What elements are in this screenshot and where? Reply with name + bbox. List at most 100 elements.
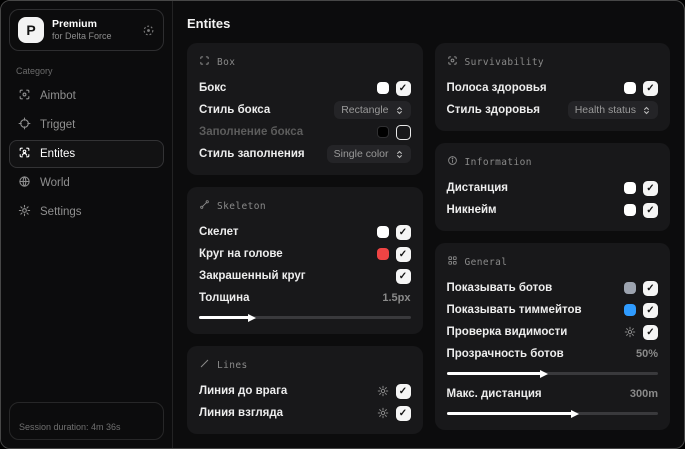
checkbox-checked[interactable]: ✓	[643, 324, 658, 340]
line-icon	[199, 358, 210, 372]
category-label: Category	[16, 66, 53, 76]
color-swatch[interactable]	[624, 282, 636, 294]
session-duration-box: Session duration: 4m 36s	[9, 402, 164, 440]
fill-style-dropdown[interactable]: Single color	[326, 145, 411, 163]
chevron-up-down-icon	[644, 106, 649, 114]
setting-row-box-fill: Заполнение бокса	[199, 121, 411, 143]
section-title: Survivability	[464, 56, 545, 68]
survivability-card: Survivability Полоса здоровья ✓ Стиль зд…	[434, 43, 670, 131]
setting-row-show-teammates: Показывать тиммейтов ✓	[447, 299, 658, 321]
app-window: P Premium for Delta Force Category Aimbo…	[0, 0, 685, 449]
skeleton-card: Skeleton Скелет ✓ Круг на голове ✓ Закра…	[187, 187, 423, 334]
setting-row-head-circle: Круг на голове ✓	[199, 243, 411, 265]
bot-opacity-slider-group: Прозрачность ботов 50%	[446, 343, 658, 378]
gear-icon[interactable]	[377, 407, 389, 419]
setting-row-fill-style: Стиль заполнения Single color	[199, 143, 411, 165]
lines-card: Lines Линия до врага ✓ Линия взгляда ✓	[187, 346, 423, 434]
thickness-slider[interactable]	[199, 313, 411, 322]
brand-name: Premium	[52, 17, 97, 30]
setting-row-box-style: Стиль бокса Rectangle	[199, 99, 411, 121]
box-style-dropdown[interactable]: Rectangle	[334, 101, 411, 119]
checkbox-checked[interactable]: ✓	[643, 280, 658, 296]
left-column: Box Бокс ✓ Стиль бокса Rectangle Заполне…	[187, 43, 423, 434]
gear-icon[interactable]	[377, 385, 389, 397]
sidebar-item-trigget[interactable]: Trigget	[9, 111, 164, 139]
slider-value: 300m	[629, 388, 658, 400]
setting-row-skeleton: Скелет ✓	[199, 221, 411, 243]
sidebar-nav: Aimbot Trigget Entites World Settings	[9, 82, 164, 226]
slider-thumb[interactable]	[247, 313, 256, 322]
section-title: General	[464, 256, 508, 268]
color-swatch[interactable]	[624, 204, 636, 216]
slider-thumb[interactable]	[539, 369, 548, 378]
survivability-icon	[447, 55, 458, 69]
checkbox-checked[interactable]: ✓	[643, 180, 658, 196]
right-column: Survivability Полоса здоровья ✓ Стиль зд…	[434, 43, 670, 430]
slider-value: 1.5px	[382, 292, 411, 304]
sidebar-item-entites[interactable]: Entites	[9, 140, 164, 168]
checkbox-checked[interactable]: ✓	[643, 202, 658, 218]
chevron-up-down-icon	[396, 150, 402, 158]
section-title: Skeleton	[217, 200, 266, 212]
checkbox-checked[interactable]: ✓	[395, 80, 411, 96]
main-panel: Entites Box Бокс ✓ Стиль бокса Rectangle…	[173, 1, 684, 448]
box-scan-icon	[199, 55, 210, 69]
checkbox-checked[interactable]: ✓	[395, 383, 411, 399]
checkbox-unchecked[interactable]	[395, 124, 411, 140]
max-distance-slider-group: Макс. дистанция 300m	[446, 383, 658, 418]
brand-logo: P	[18, 17, 44, 43]
section-title: Lines	[217, 359, 248, 371]
setting-row-health-style: Стиль здоровья Health status	[447, 99, 658, 121]
setting-row-line-to-enemy: Линия до врага ✓	[199, 380, 411, 402]
chevron-up-down-icon	[396, 106, 402, 114]
setting-row-distance: Дистанция ✓	[447, 177, 658, 199]
section-title: Box	[217, 56, 236, 68]
setting-row-view-line: Линия взгляда ✓	[199, 402, 411, 424]
color-swatch[interactable]	[624, 304, 636, 316]
trigger-crosshair-icon	[18, 117, 31, 133]
checkbox-checked[interactable]: ✓	[395, 405, 411, 421]
sidebar: P Premium for Delta Force Category Aimbo…	[1, 1, 173, 448]
checkbox-checked[interactable]: ✓	[643, 302, 658, 318]
sidebar-item-aimbot[interactable]: Aimbot	[9, 82, 164, 110]
color-swatch[interactable]	[376, 82, 389, 94]
session-duration-text: Session duration: 4m 36s	[19, 422, 121, 432]
thickness-slider-group: Толщина 1.5px	[199, 287, 411, 322]
checkbox-checked[interactable]: ✓	[643, 80, 658, 96]
aimbot-crosshair-icon	[18, 88, 31, 104]
checkbox-checked[interactable]: ✓	[395, 268, 411, 284]
info-icon	[447, 155, 458, 169]
entities-person-icon	[18, 146, 31, 162]
color-swatch[interactable]	[376, 226, 389, 238]
health-style-dropdown[interactable]: Health status	[567, 101, 658, 119]
bone-icon	[199, 199, 210, 213]
gear-icon[interactable]	[624, 326, 636, 338]
section-title: Information	[464, 156, 532, 168]
checkbox-checked[interactable]: ✓	[395, 224, 411, 240]
setting-row-box: Бокс ✓	[199, 77, 411, 99]
setting-row-filled-circle: Закрашенный круг ✓	[199, 265, 411, 287]
color-swatch[interactable]	[376, 126, 389, 138]
setting-row-visibility-check: Проверка видимости ✓	[447, 321, 658, 343]
sidebar-item-settings[interactable]: Settings	[9, 198, 164, 226]
checkbox-checked[interactable]: ✓	[395, 246, 411, 262]
bot-opacity-slider[interactable]	[446, 369, 658, 378]
setting-row-nickname: Никнейм ✓	[447, 199, 658, 221]
sync-gear-icon[interactable]	[142, 24, 155, 37]
max-distance-slider[interactable]	[446, 409, 658, 418]
setting-row-health-bar: Полоса здоровья ✓	[447, 77, 658, 99]
color-swatch[interactable]	[624, 82, 636, 94]
gear-icon	[18, 204, 31, 220]
slider-thumb[interactable]	[571, 409, 580, 418]
information-card: Information Дистанция ✓ Никнейм ✓	[434, 143, 670, 231]
slider-value: 50%	[635, 348, 658, 360]
sidebar-item-world[interactable]: World	[9, 169, 164, 197]
globe-icon	[18, 175, 31, 191]
brand-card: P Premium for Delta Force	[9, 9, 164, 51]
grid-icon	[447, 255, 458, 269]
brand-subtitle: for Delta Force	[52, 30, 112, 41]
color-swatch[interactable]	[624, 182, 636, 194]
color-swatch[interactable]	[376, 248, 389, 260]
page-title: Entites	[187, 16, 231, 31]
general-card: General Показывать ботов ✓ Показывать ти…	[434, 243, 670, 430]
